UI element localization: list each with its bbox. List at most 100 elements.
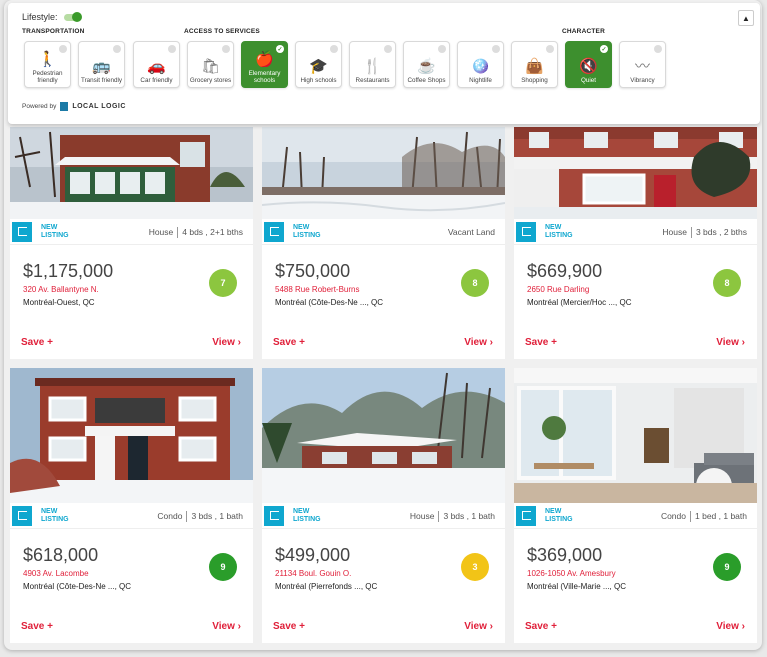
listing-label: LISTING — [545, 515, 573, 523]
plus-icon: + — [47, 621, 53, 632]
listing-address[interactable]: 320 Av. Ballantyne N. — [23, 285, 99, 294]
divider — [177, 227, 179, 239]
chip-car-friendly[interactable]: 🚗 Car friendly — [133, 41, 180, 88]
radio-icon — [168, 45, 176, 53]
view-button[interactable]: View › — [716, 621, 745, 632]
chip-label: Elementary schools — [248, 70, 281, 84]
listing-price: $369,000 — [527, 545, 603, 565]
chip-elementary-schools[interactable]: ✓ 🍎 Elementary schools — [241, 41, 288, 88]
listing-label: LISTING — [293, 515, 321, 523]
view-button[interactable]: View › — [212, 337, 241, 348]
chip-label: High schools — [300, 77, 337, 84]
save-button[interactable]: Save + — [273, 337, 305, 348]
chip-transit-friendly[interactable]: 🚌 Transit friendly — [78, 41, 125, 88]
chip-pedestrian-friendly[interactable]: 🚶 Pedestrian friendly — [24, 41, 71, 88]
property-details: 4 bds , 2+1 bths — [182, 227, 243, 237]
save-button[interactable]: Save + — [525, 621, 557, 632]
lifestyle-filter-panel: Lifestyle: ▲ TRANSPORTATION ACCESS TO SE… — [8, 3, 760, 124]
listing-card[interactable]: NEW LISTING Vacant Land $750,000 5488 Ru… — [262, 127, 505, 359]
listing-address[interactable]: 1026-1050 Av. Amesbury — [527, 569, 616, 578]
listing-card[interactable]: NEW LISTING House 4 bds , 2+1 bths $1,175… — [10, 127, 253, 359]
property-details: 3 bds , 1 bath — [443, 511, 495, 521]
chip-label: Coffee Shops — [407, 77, 446, 84]
chip-grocery-stores[interactable]: 🛍 Grocery stores — [187, 41, 234, 88]
listing-city: Montréal (Ville-Marie ..., QC — [527, 582, 626, 591]
chip-quiet[interactable]: ✓ 🔇 Quiet — [565, 41, 612, 88]
listing-city: Montréal (Côte-Des-Ne ..., QC — [23, 582, 132, 591]
lifestyle-score-badge: 8 — [713, 269, 741, 297]
lifestyle-score-badge: 8 — [461, 269, 489, 297]
chip-label: Restaurants — [355, 77, 390, 84]
new-listing-badge: NEW LISTING — [293, 508, 321, 524]
check-icon: ✓ — [600, 45, 608, 53]
listing-photo[interactable] — [262, 127, 505, 219]
chip-label: Pedestrian friendly — [32, 70, 63, 84]
lifestyle-score-badge: 9 — [713, 553, 741, 581]
radio-icon — [222, 45, 230, 53]
listing-photo[interactable] — [10, 127, 253, 219]
new-label: NEW — [545, 223, 562, 231]
save-button[interactable]: Save + — [273, 621, 305, 632]
save-label: Save — [21, 621, 45, 632]
view-button[interactable]: View › — [212, 621, 241, 632]
plus-icon: + — [299, 621, 305, 632]
save-button[interactable]: Save + — [525, 337, 557, 348]
view-label: View — [716, 337, 739, 348]
listing-address[interactable]: 2650 Rue Darling — [527, 285, 589, 294]
chip-shopping[interactable]: 👜 Shopping — [511, 41, 558, 88]
caret-up-icon: ▲ — [742, 13, 750, 23]
plus-icon: + — [299, 337, 305, 348]
chevron-right-icon: › — [237, 337, 241, 348]
radio-icon — [384, 45, 392, 53]
divider — [186, 511, 188, 523]
listing-meta-row: NEW LISTING House 3 bds , 1 bath — [262, 503, 505, 529]
new-label: NEW — [293, 507, 310, 515]
listing-meta-row: NEW LISTING Vacant Land — [262, 219, 505, 245]
listing-card[interactable]: NEW LISTING House 3 bds , 2 bths $669,900… — [514, 127, 757, 359]
grocery-bag-icon: 🛍 — [200, 58, 221, 75]
save-button[interactable]: Save + — [21, 337, 53, 348]
pulse-wave-icon: 〰 — [634, 58, 650, 75]
view-button[interactable]: View › — [464, 337, 493, 348]
save-button[interactable]: Save + — [21, 621, 53, 632]
new-label: NEW — [41, 223, 58, 231]
listing-meta-row: NEW LISTING Condo 1 bed , 1 bath — [514, 503, 757, 529]
divider — [690, 227, 692, 239]
plus-icon: + — [551, 621, 557, 632]
chip-nightlife[interactable]: 🪩 Nightlife — [457, 41, 504, 88]
property-type: House 3 bds , 1 bath — [410, 511, 495, 523]
chip-coffee-shops[interactable]: ☕ Coffee Shops — [403, 41, 450, 88]
chip-vibrancy[interactable]: 〰 Vibrancy — [619, 41, 666, 88]
listing-photo[interactable] — [10, 368, 253, 503]
view-button[interactable]: View › — [464, 621, 493, 632]
listing-card[interactable]: NEW LISTING Condo 1 bed , 1 bath $369,000… — [514, 368, 757, 643]
collapse-button[interactable]: ▲ — [738, 10, 754, 26]
listing-price: $1,175,000 — [23, 261, 114, 281]
new-listing-flag-icon — [264, 505, 284, 526]
listing-card[interactable]: NEW LISTING House 3 bds , 1 bath $499,000… — [262, 368, 505, 643]
chip-restaurants[interactable]: 🍴 Restaurants — [349, 41, 396, 88]
chip-high-schools[interactable]: 🎓 High schools — [295, 41, 342, 88]
property-type-label: Vacant Land — [447, 227, 495, 237]
property-type: Vacant Land — [448, 227, 495, 237]
chip-label: Nightlife — [469, 77, 492, 84]
listing-photo[interactable] — [514, 368, 757, 503]
listing-photo[interactable] — [262, 368, 505, 503]
property-details: 3 bds , 1 bath — [191, 511, 243, 521]
listing-address[interactable]: 5488 Rue Robert-Burns — [275, 285, 360, 294]
powered-by: Powered by LOCAL LOGIC — [22, 102, 126, 111]
listing-address[interactable]: 21134 Boul. Gouin O. — [275, 569, 351, 578]
save-label: Save — [525, 621, 549, 632]
chip-label: Transit friendly — [80, 77, 123, 84]
view-button[interactable]: View › — [716, 337, 745, 348]
listing-photo[interactable] — [514, 127, 757, 219]
listing-address[interactable]: 4903 Av. Lacombe — [23, 569, 89, 578]
listing-card[interactable]: NEW LISTING Condo 3 bds , 1 bath $618,000… — [10, 368, 253, 643]
bus-icon: 🚌 — [92, 58, 111, 75]
listing-label: LISTING — [41, 515, 69, 523]
lifestyle-toggle[interactable] — [63, 11, 82, 22]
property-type-label: Condo — [157, 511, 183, 521]
property-type-label: House — [148, 227, 174, 237]
listing-meta-row: NEW LISTING House 3 bds , 2 bths — [514, 219, 757, 245]
new-listing-flag-icon — [264, 221, 284, 242]
